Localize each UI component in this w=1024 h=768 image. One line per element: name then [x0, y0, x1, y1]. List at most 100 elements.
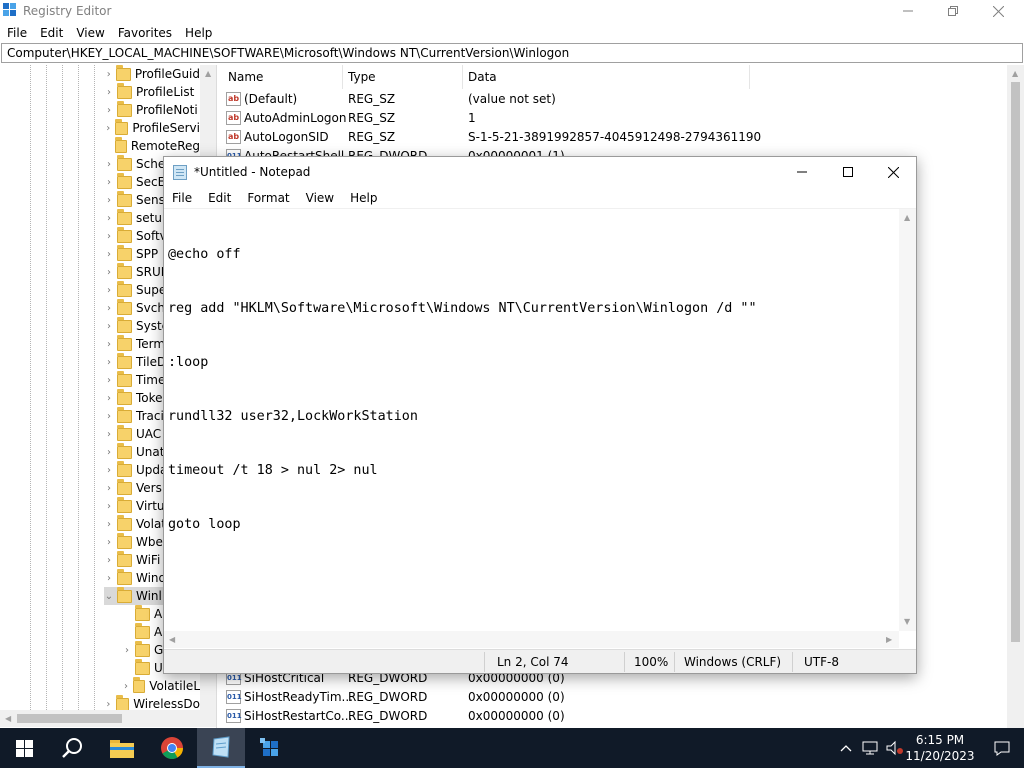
chevron-right-icon[interactable]: ›: [104, 69, 113, 80]
column-data-header[interactable]: Data: [468, 70, 497, 84]
chevron-right-icon[interactable]: ›: [104, 465, 114, 476]
scroll-up-icon[interactable]: ▲: [1012, 69, 1018, 78]
address-bar[interactable]: Computer\HKEY_LOCAL_MACHINE\SOFTWARE\Mic…: [1, 43, 1023, 63]
scroll-left-icon[interactable]: ◀: [5, 714, 11, 723]
tree-item[interactable]: › ProfileList: [104, 82, 200, 101]
value-row[interactable]: 011 SiHostReadyTim... REG_DWORD 0x00000000 …: [219, 688, 1009, 707]
title-bar[interactable]: Registry Editor: [0, 0, 1024, 22]
chevron-right-icon[interactable]: ›: [104, 177, 114, 188]
scroll-up-icon[interactable]: ▲: [205, 69, 211, 78]
chevron-right-icon[interactable]: ›: [104, 357, 114, 368]
folder-icon: [117, 442, 132, 459]
menu-edit[interactable]: Edit: [33, 24, 69, 42]
reg-binary-icon: 011: [226, 709, 242, 723]
chevron-right-icon[interactable]: ›: [104, 87, 114, 98]
tree-item[interactable]: RemoteReg: [104, 136, 200, 155]
chevron-right-icon[interactable]: ›: [104, 213, 114, 224]
chevron-right-icon[interactable]: ›: [104, 501, 114, 512]
regedit-taskbar-button[interactable]: [246, 728, 294, 768]
notepad-maximize-button[interactable]: [825, 157, 871, 187]
value-row[interactable]: ab AutoAdminLogon REG_SZ 1: [219, 109, 1009, 128]
chevron-right-icon[interactable]: ›: [104, 321, 114, 332]
notepad-horizontal-scrollbar[interactable]: ◀ ▶: [164, 631, 899, 648]
chevron-right-icon[interactable]: ›: [104, 573, 114, 584]
chrome-button[interactable]: [148, 728, 196, 768]
tree-item-label: RemoteReg: [130, 139, 200, 153]
value-row[interactable]: ab (Default) REG_SZ (value not set): [219, 90, 1009, 109]
menu-file[interactable]: File: [0, 24, 33, 42]
chevron-right-icon[interactable]: ›: [104, 105, 114, 116]
chevron-right-icon[interactable]: ›: [104, 303, 114, 314]
notepad-taskbar-button[interactable]: [197, 728, 245, 768]
minimize-button[interactable]: [885, 0, 931, 22]
notifications-button[interactable]: [980, 728, 1024, 768]
notepad-close-button[interactable]: [870, 157, 916, 187]
tree-item-label: Winl: [136, 589, 162, 603]
chevron-down-icon[interactable]: ⌄: [104, 591, 114, 602]
scroll-down-icon[interactable]: ▼: [904, 617, 910, 626]
folder-icon: [117, 100, 132, 117]
notepad-menu-view[interactable]: View: [298, 189, 342, 207]
tree-item[interactable]: › ProfileNoti: [104, 100, 200, 119]
chevron-right-icon[interactable]: ›: [104, 537, 114, 548]
search-button[interactable]: [48, 728, 96, 768]
notepad-menu-file[interactable]: File: [164, 189, 200, 207]
value-row[interactable]: ab AutoLogonSID REG_SZ S-1-5-21-3891992857-…: [219, 128, 1009, 147]
chevron-right-icon[interactable]: ›: [104, 267, 114, 278]
tree-item-label: ProfileNoti: [136, 103, 198, 117]
notepad-menu-format[interactable]: Format: [239, 189, 297, 207]
scroll-up-icon[interactable]: ▲: [904, 213, 910, 222]
chevron-right-icon[interactable]: ›: [122, 681, 130, 692]
chevron-right-icon[interactable]: ›: [104, 393, 114, 404]
chevron-right-icon[interactable]: ›: [104, 699, 113, 710]
notepad-menu-edit[interactable]: Edit: [200, 189, 239, 207]
tree-horizontal-scrollbar[interactable]: ◀: [0, 710, 216, 727]
chevron-right-icon[interactable]: ›: [122, 645, 132, 656]
notepad-vertical-scrollbar[interactable]: ▲ ▼: [899, 209, 916, 631]
tree-item-label: Unat: [136, 445, 165, 459]
tree-item[interactable]: › VolatileL: [122, 676, 200, 695]
chevron-right-icon[interactable]: ›: [104, 285, 114, 296]
chevron-right-icon[interactable]: ›: [104, 411, 114, 422]
scroll-thumb[interactable]: [17, 714, 122, 723]
chevron-right-icon[interactable]: ›: [104, 249, 114, 260]
clock[interactable]: 6:15 PM 11/20/2023: [900, 732, 980, 764]
menu-favorites[interactable]: Favorites: [111, 24, 178, 42]
notepad-content[interactable]: @echo off reg add "HKLM\Software\Microso…: [168, 210, 757, 570]
chevron-right-icon[interactable]: ›: [104, 555, 114, 566]
menu-view[interactable]: View: [69, 24, 110, 42]
chevron-right-icon[interactable]: ›: [104, 159, 114, 170]
chevron-right-icon[interactable]: ›: [104, 375, 114, 386]
show-hidden-icons-button[interactable]: [836, 728, 856, 768]
notepad-title-bar[interactable]: *Untitled - Notepad: [164, 157, 916, 187]
column-name-header[interactable]: Name: [228, 70, 263, 84]
file-explorer-button[interactable]: [98, 728, 146, 768]
value-row[interactable]: 011 SiHostRestartCo... REG_DWORD 0x00000000…: [219, 707, 1009, 726]
text-line: :loop: [168, 355, 209, 370]
column-type-header[interactable]: Type: [348, 70, 376, 84]
chevron-right-icon[interactable]: ›: [104, 339, 114, 350]
chevron-right-icon[interactable]: ›: [104, 123, 112, 134]
tree-item[interactable]: › ProfileGuid: [104, 65, 200, 83]
chevron-right-icon[interactable]: ›: [104, 429, 114, 440]
network-button[interactable]: [860, 728, 882, 768]
close-button[interactable]: [975, 0, 1021, 22]
tree-item[interactable]: › ProfileServi: [104, 118, 200, 137]
notepad-menu-help[interactable]: Help: [342, 189, 385, 207]
notepad-text-area[interactable]: @echo off reg add "HKLM\Software\Microso…: [164, 208, 916, 648]
chevron-right-icon[interactable]: ›: [104, 519, 114, 530]
folder-icon: [117, 550, 132, 567]
scroll-thumb[interactable]: [1011, 82, 1020, 642]
start-button[interactable]: [0, 728, 48, 768]
restore-button[interactable]: [930, 0, 976, 22]
list-vertical-scrollbar[interactable]: ▲: [1007, 65, 1024, 728]
menu-help[interactable]: Help: [178, 24, 218, 42]
chevron-right-icon[interactable]: ›: [104, 483, 114, 494]
chevron-right-icon[interactable]: ›: [104, 195, 114, 206]
chevron-right-icon[interactable]: ›: [104, 231, 114, 242]
scroll-left-icon[interactable]: ◀: [169, 635, 175, 644]
folder-icon: [114, 136, 127, 153]
notepad-minimize-button[interactable]: [779, 157, 825, 187]
scroll-right-icon[interactable]: ▶: [886, 635, 892, 644]
chevron-right-icon[interactable]: ›: [104, 447, 114, 458]
